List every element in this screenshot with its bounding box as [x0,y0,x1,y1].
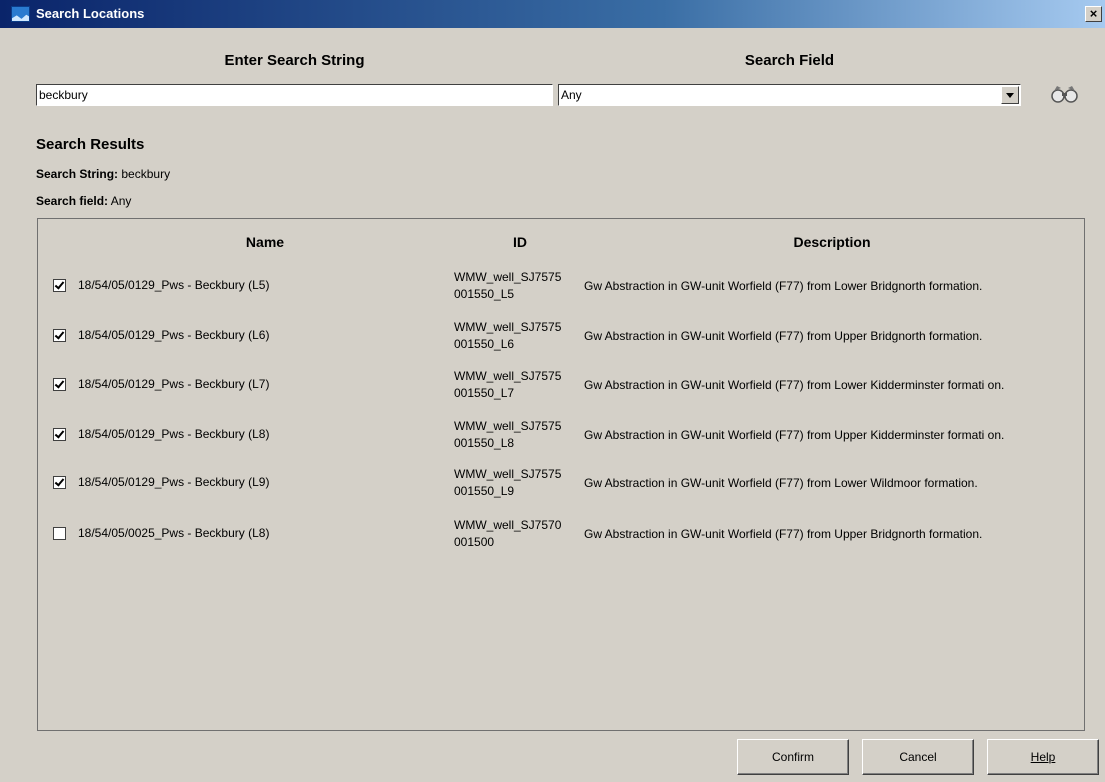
search-field-summary: Search field: Any [36,194,131,208]
id-cell: WMW_well_SJ7575 001550_L5 [454,270,562,301]
binoculars-icon[interactable] [1048,82,1082,106]
title-bar: Search Locations × [0,0,1105,28]
window-title: Search Locations [36,6,145,21]
description-cell: Gw Abstraction in GW-unit Worfield (F77)… [584,328,983,343]
row-checkbox[interactable] [53,279,66,292]
id-cell: WMW_well_SJ7575 001550_L7 [454,369,562,400]
search-string-label: Search String: [36,167,119,181]
table-row[interactable]: 18/54/05/0025_Pws - Beckbury (L8) WMW_we… [38,513,1084,551]
column-header-id[interactable]: ID [460,234,580,250]
name-cell: 18/54/05/0129_Pws - Beckbury (L9) [78,475,270,489]
row-checkbox[interactable] [53,329,66,342]
id-cell: WMW_well_SJ7570 001500 [454,518,562,549]
description-cell: Gw Abstraction in GW-unit Worfield (F77)… [584,475,978,490]
name-cell: 18/54/05/0129_Pws - Beckbury (L5) [78,278,270,292]
column-header-description[interactable]: Description [586,234,1078,250]
id-cell: WMW_well_SJ7575 001550_L6 [454,320,562,351]
name-cell: 18/54/05/0129_Pws - Beckbury (L8) [78,427,270,441]
confirm-button[interactable]: Confirm [737,739,849,775]
search-field-header: Search Field [744,52,835,69]
search-string-summary: Search String: beckbury [36,167,170,181]
description-cell: Gw Abstraction in GW-unit Worfield (F77)… [584,526,983,541]
help-button-label: Help [1030,750,1056,764]
name-cell: 18/54/05/0025_Pws - Beckbury (L8) [78,526,270,540]
search-field-summary-value: Any [110,194,132,208]
table-row[interactable]: 18/54/05/0129_Pws - Beckbury (L9) WMW_we… [38,462,1084,500]
column-header-name[interactable]: Name [80,234,450,250]
name-cell: 18/54/05/0129_Pws - Beckbury (L6) [78,328,270,342]
table-row[interactable]: 18/54/05/0129_Pws - Beckbury (L6) WMW_we… [38,315,1084,353]
close-button[interactable]: × [1085,6,1102,22]
id-cell: WMW_well_SJ7575 001550_L9 [454,467,562,498]
row-checkbox[interactable] [53,428,66,441]
table-row[interactable]: 18/54/05/0129_Pws - Beckbury (L7) WMW_we… [38,364,1084,402]
row-checkbox[interactable] [53,476,66,489]
search-string-value: beckbury [121,167,171,181]
help-button[interactable]: Help [987,739,1099,775]
search-string-header: Enter Search String [224,52,365,69]
map-window-icon [11,6,30,22]
description-cell: Gw Abstraction in GW-unit Worfield (F77)… [584,278,983,293]
description-cell: Gw Abstraction in GW-unit Worfield (F77)… [584,427,1005,442]
cancel-button[interactable]: Cancel [862,739,974,775]
chevron-down-icon[interactable] [1001,86,1019,104]
search-field-select[interactable]: Any [558,84,1021,106]
search-string-input[interactable]: beckbury [36,84,553,106]
row-checkbox[interactable] [53,527,66,540]
name-cell: 18/54/05/0129_Pws - Beckbury (L7) [78,377,270,391]
id-cell: WMW_well_SJ7575 001550_L8 [454,419,562,450]
search-results-title: Search Results [36,136,145,153]
table-row[interactable]: 18/54/05/0129_Pws - Beckbury (L8) WMW_we… [38,414,1084,452]
table-row[interactable]: 18/54/05/0129_Pws - Beckbury (L5) WMW_we… [38,265,1084,303]
row-checkbox[interactable] [53,378,66,391]
search-field-value: Any [561,88,582,102]
search-field-label: Search field: [36,194,109,208]
description-cell: Gw Abstraction in GW-unit Worfield (F77)… [584,377,1005,392]
